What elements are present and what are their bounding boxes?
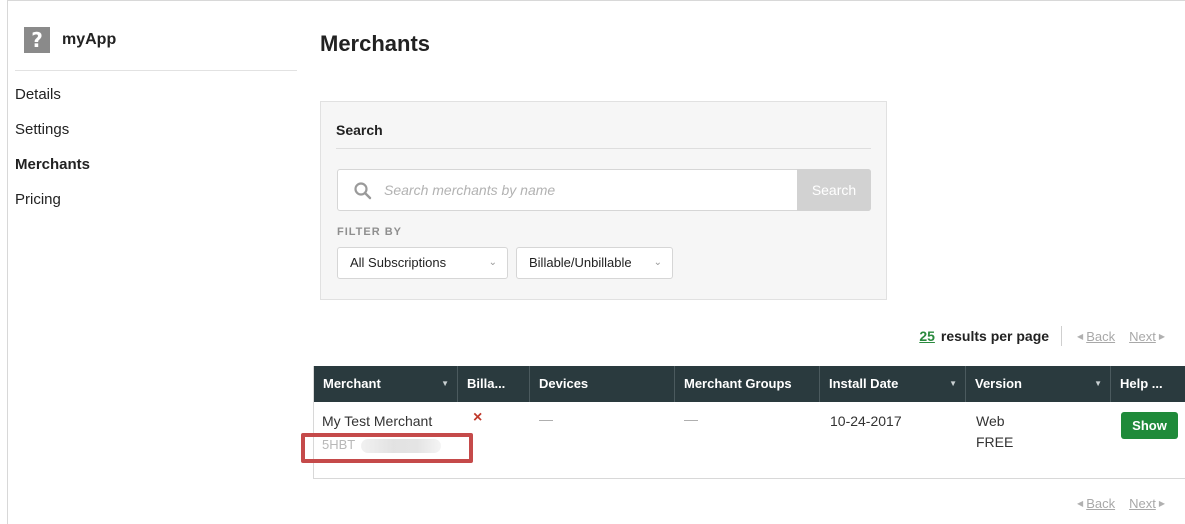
- pagination-divider: [1061, 326, 1063, 346]
- pagination-top: 25 results per page ◀ Back Next ▶: [919, 326, 1168, 346]
- window-top-border: [7, 0, 1185, 1]
- next-link-bottom[interactable]: Next: [1129, 496, 1156, 511]
- back-link-bottom[interactable]: Back: [1086, 496, 1115, 511]
- devices-value: —: [539, 411, 553, 427]
- column-header-version[interactable]: Version ▼: [966, 366, 1111, 402]
- merchant-groups-value: —: [684, 411, 698, 427]
- subscription-filter-select[interactable]: All Subscriptions ⌄: [337, 247, 508, 279]
- column-header-devices[interactable]: Devices: [530, 366, 675, 402]
- merchant-name[interactable]: My Test Merchant: [322, 413, 432, 429]
- sidebar-nav: Details Settings Merchants Pricing: [15, 86, 90, 226]
- column-header-label: Billa...: [467, 376, 506, 391]
- next-link[interactable]: Next: [1129, 329, 1156, 344]
- column-header-merchant-groups[interactable]: Merchant Groups: [675, 366, 820, 402]
- annotation-highlight-box: [301, 433, 473, 463]
- sort-down-icon: ▼: [441, 379, 449, 388]
- column-header-help[interactable]: Help ...: [1111, 366, 1185, 402]
- search-heading: Search: [336, 122, 383, 138]
- column-header-label: Help ...: [1120, 376, 1163, 391]
- window-left-border: [7, 0, 8, 524]
- column-header-merchant[interactable]: Merchant ▼: [314, 366, 458, 402]
- billable-filter-select[interactable]: Billable/Unbillable ⌄: [516, 247, 673, 279]
- show-help-button[interactable]: Show: [1121, 412, 1178, 439]
- column-header-label: Merchant: [323, 376, 381, 391]
- back-arrow-icon: ◀: [1077, 498, 1084, 508]
- install-date-value: 10-24-2017: [830, 413, 902, 429]
- billable-filter-value: Billable/Unbillable: [529, 255, 632, 270]
- column-header-label: Install Date: [829, 376, 899, 391]
- sidebar-item-pricing[interactable]: Pricing: [15, 191, 90, 226]
- column-header-label: Devices: [539, 376, 589, 391]
- column-header-label: Merchant Groups: [684, 376, 792, 391]
- next-arrow-icon: ▶: [1158, 498, 1165, 508]
- search-panel: Search Search FILTER BY All Subscription…: [320, 101, 887, 300]
- next-arrow-icon: ▶: [1158, 331, 1165, 341]
- chevron-down-icon: ⌄: [653, 257, 662, 268]
- page-title: Merchants: [320, 31, 431, 56]
- sidebar-item-details[interactable]: Details: [15, 86, 90, 121]
- search-button[interactable]: Search: [797, 169, 871, 211]
- search-icon: [354, 182, 372, 200]
- version-plan: FREE: [976, 434, 1014, 450]
- column-header-billable[interactable]: Billa...: [458, 366, 530, 402]
- not-billable-x-icon: ×: [473, 409, 483, 426]
- results-per-page-link[interactable]: 25: [919, 328, 935, 344]
- version-platform: Web: [976, 413, 1005, 429]
- merchants-table: Merchant ▼ Billa... Devices Merchant Gro…: [301, 366, 1185, 479]
- pagination-bottom: ◀ Back Next ▶: [1074, 493, 1168, 513]
- back-link[interactable]: Back: [1086, 329, 1115, 344]
- column-header-install-date[interactable]: Install Date ▼: [820, 366, 966, 402]
- search-box: Search: [337, 169, 871, 211]
- chevron-down-icon: ⌄: [488, 257, 497, 268]
- table-header: Merchant ▼ Billa... Devices Merchant Gro…: [314, 366, 1185, 402]
- question-mark-app-icon: ?: [24, 27, 50, 53]
- table-row[interactable]: My Test Merchant 5HBT × — — 10-24-2017 W…: [301, 402, 1185, 478]
- sidebar-divider: [15, 70, 297, 71]
- sort-down-icon: ▼: [1094, 379, 1102, 388]
- app-name: myApp: [62, 31, 117, 48]
- back-arrow-icon: ◀: [1077, 331, 1084, 341]
- filter-label: FILTER BY: [337, 226, 403, 238]
- search-divider: [336, 148, 871, 149]
- sort-down-icon: ▼: [949, 379, 957, 388]
- sidebar-item-merchants[interactable]: Merchants: [15, 156, 90, 191]
- brand[interactable]: ? myApp: [24, 27, 116, 53]
- sidebar-item-settings[interactable]: Settings: [15, 121, 90, 156]
- subscription-filter-value: All Subscriptions: [350, 255, 447, 270]
- results-per-page-label: results per page: [940, 328, 1050, 344]
- search-input[interactable]: [384, 170, 794, 210]
- column-header-label: Version: [975, 376, 1022, 391]
